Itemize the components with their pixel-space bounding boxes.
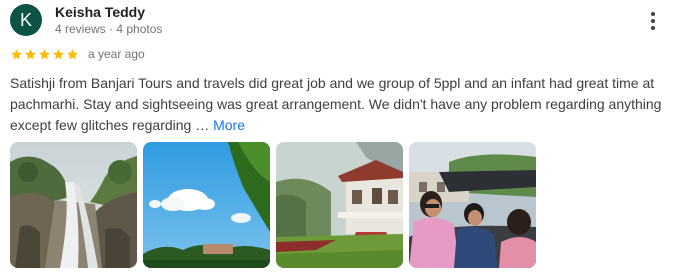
more-options-button[interactable] <box>640 8 666 34</box>
avatar[interactable]: K <box>10 4 42 36</box>
more-vert-icon <box>651 12 655 16</box>
photo-thumbnail-sky[interactable] <box>143 142 270 268</box>
star-rating <box>10 48 79 61</box>
people-image <box>409 142 536 268</box>
rating-row: a year ago <box>10 45 145 63</box>
waterfall-image <box>10 142 137 268</box>
reviewer-name[interactable]: Keisha Teddy <box>55 4 145 21</box>
photo-thumbnail-waterfall[interactable] <box>10 142 137 268</box>
house-image <box>276 142 403 268</box>
review-card: K Keisha Teddy 4 reviews · 4 photos a ye… <box>0 0 675 277</box>
star-icon <box>67 48 78 59</box>
more-link[interactable]: More <box>213 117 245 133</box>
avatar-initial: K <box>19 9 32 30</box>
star-icon <box>11 48 22 59</box>
sky-image <box>143 142 270 268</box>
review-text: Satishji from Banjari Tours and travels … <box>10 73 665 136</box>
photo-thumbnail-people[interactable] <box>409 142 536 268</box>
review-body: Satishji from Banjari Tours and travels … <box>10 75 662 133</box>
star-icon <box>25 48 36 59</box>
photo-thumbnail-house[interactable] <box>276 142 403 268</box>
reviewer-meta: 4 reviews · 4 photos <box>55 22 163 36</box>
photo-gallery <box>10 142 536 268</box>
review-time: a year ago <box>88 47 145 61</box>
star-icon <box>53 48 64 59</box>
star-icon <box>39 48 50 59</box>
